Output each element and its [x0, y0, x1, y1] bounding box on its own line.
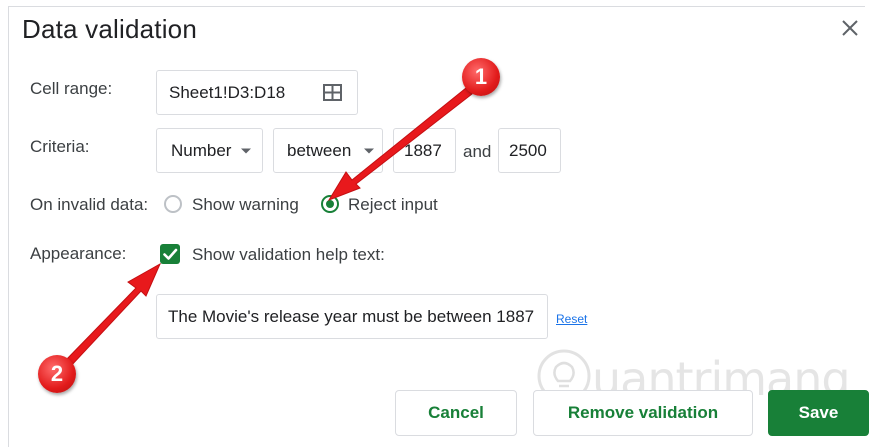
checkmark-icon [163, 248, 178, 260]
criteria-operator-select[interactable]: between [273, 128, 383, 173]
reject-input-label[interactable]: Reject input [348, 195, 438, 215]
show-warning-radio[interactable] [164, 195, 182, 213]
close-icon[interactable] [838, 16, 862, 40]
chevron-down-icon [364, 148, 374, 153]
remove-validation-button[interactable]: Remove validation [533, 390, 753, 436]
help-text-input[interactable]: The Movie's release year must be between… [156, 294, 548, 339]
appearance-label: Appearance: [30, 244, 127, 263]
criteria-max-value: 2500 [509, 140, 547, 160]
reset-link[interactable]: Reset [556, 312, 587, 326]
criteria-max-input[interactable]: 2500 [498, 128, 561, 173]
criteria-type-value: Number [171, 140, 232, 160]
criteria-operator-value: between [287, 140, 352, 160]
criteria-min-input[interactable]: 1887 [393, 128, 456, 173]
show-help-text-checkbox[interactable] [160, 244, 180, 264]
cancel-button[interactable]: Cancel [395, 390, 517, 436]
help-text-value: The Movie's release year must be between… [168, 306, 535, 326]
reject-input-radio[interactable] [321, 195, 339, 213]
criteria-and-label: and [463, 142, 492, 161]
chevron-down-icon [241, 148, 251, 153]
criteria-label: Criteria: [30, 137, 90, 156]
invalid-data-label: On invalid data: [30, 195, 149, 214]
annotation-marker-2: 2 [38, 355, 76, 393]
criteria-type-select[interactable]: Number [156, 128, 263, 173]
cell-range-label: Cell range: [30, 79, 113, 98]
criteria-min-value: 1887 [404, 140, 442, 160]
annotation-marker-1: 1 [462, 58, 500, 96]
show-help-text-label[interactable]: Show validation help text: [192, 245, 385, 265]
save-button[interactable]: Save [768, 390, 869, 436]
dialog-title: Data validation [22, 14, 197, 44]
show-warning-label[interactable]: Show warning [192, 195, 299, 215]
cell-range-value: Sheet1!D3:D18 [169, 82, 286, 102]
cell-range-input[interactable]: Sheet1!D3:D18 [156, 70, 358, 115]
grid-select-icon[interactable] [323, 84, 342, 101]
